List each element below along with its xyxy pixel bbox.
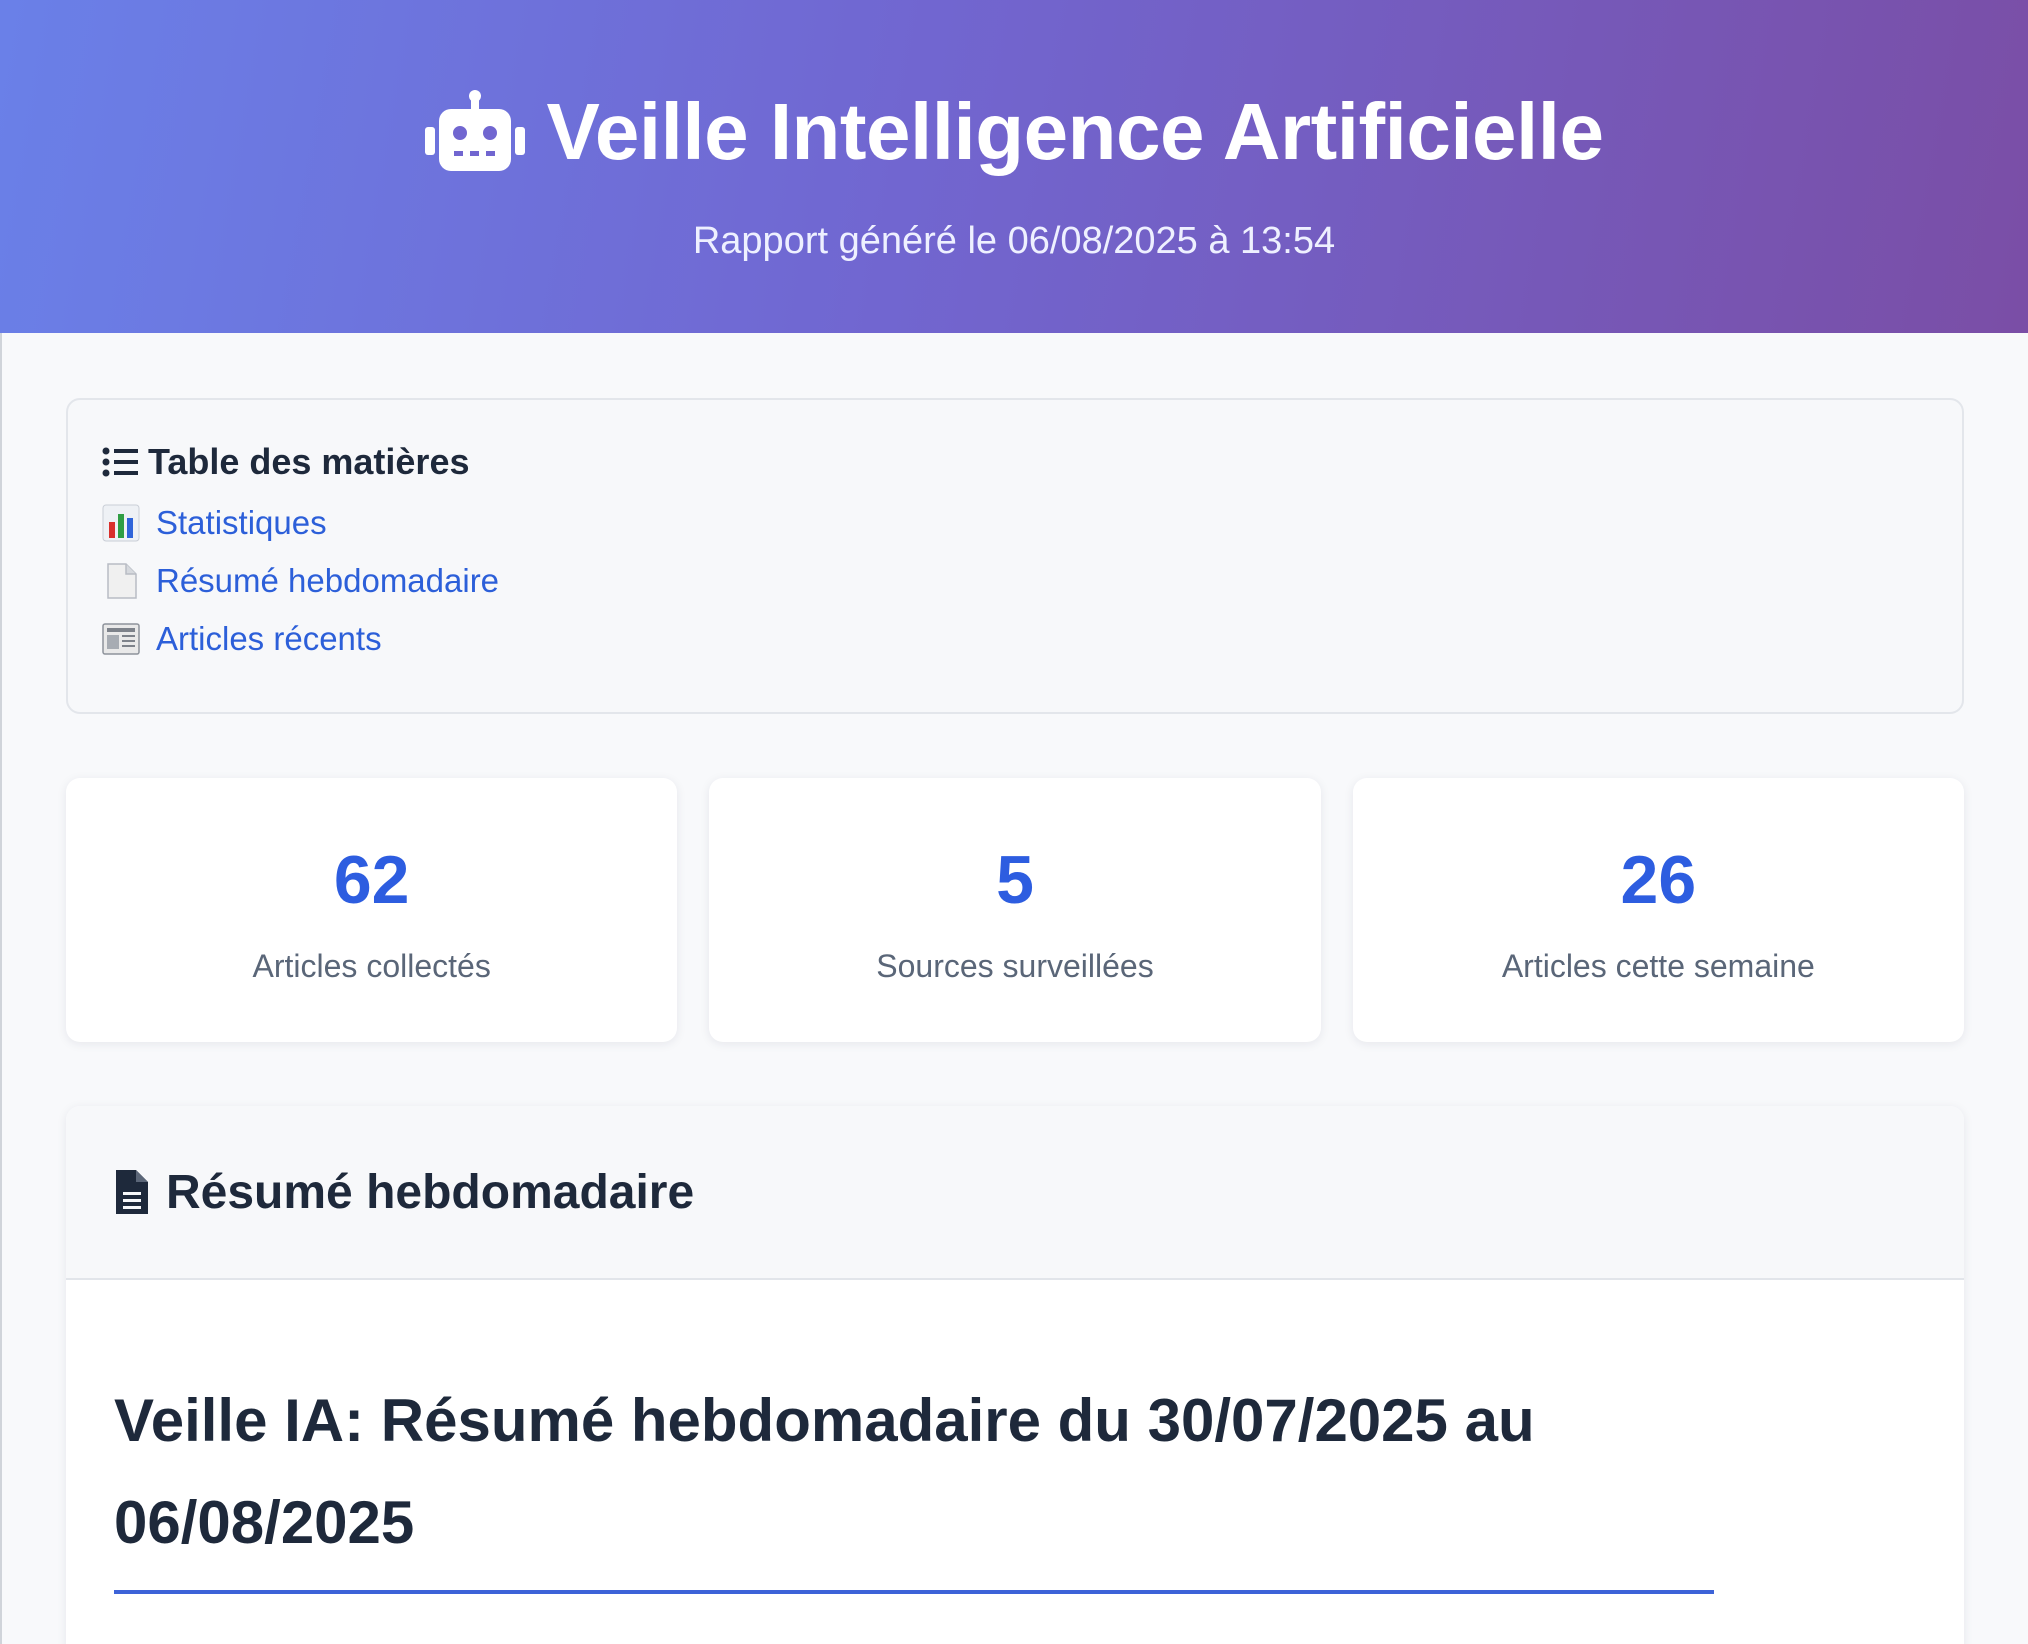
toc-list: Statistiques Résumé hebdomadaire Article…	[102, 494, 1962, 668]
summary-heading: Veille IA: Résumé hebdomadaire du 30/07/…	[114, 1370, 1714, 1594]
stat-label: Articles collectés	[252, 948, 491, 984]
stat-card-sources: 5 Sources surveillées	[709, 778, 1321, 1042]
newspaper-icon	[102, 623, 140, 655]
toc-link-resume[interactable]: Résumé hebdomadaire	[156, 562, 499, 600]
stat-label: Articles cette semaine	[1501, 948, 1815, 984]
report-header: Veille Intelligence Artificielle Rapport…	[0, 0, 2028, 333]
toc-item-resume: Résumé hebdomadaire	[102, 552, 1962, 610]
header-title-row: Veille Intelligence Artificielle	[0, 82, 2028, 182]
stat-value: 26	[1620, 842, 1697, 918]
robot-icon	[425, 90, 526, 171]
stat-value: 62	[333, 842, 410, 918]
toc-title: Table des matières	[148, 441, 470, 482]
summary-title: Résumé hebdomadaire	[166, 1165, 695, 1219]
toc-header: Table des matières	[102, 438, 1962, 486]
toc-link-statistiques[interactable]: Statistiques	[156, 504, 327, 542]
stat-card-articles: 62 Articles collectés	[66, 778, 678, 1042]
weekly-summary: Résumé hebdomadaire Veille IA: Résumé he…	[66, 1106, 1964, 1644]
statistics: 62 Articles collectés 5 Sources surveill…	[66, 778, 1964, 1042]
document-icon	[116, 1170, 148, 1214]
report-date: Rapport généré le 06/08/2025 à 13:54	[692, 220, 1336, 262]
summary-header: Résumé hebdomadaire	[66, 1106, 1964, 1280]
stat-label: Sources surveillées	[876, 948, 1154, 984]
stat-value: 5	[996, 842, 1034, 918]
list-icon	[102, 447, 138, 477]
toc-item-statistiques: Statistiques	[102, 494, 1962, 552]
table-of-contents: Table des matières Statistiques Résumé h…	[66, 398, 1964, 714]
toc-item-articles: Articles récents	[102, 610, 1962, 668]
stat-card-week: 26 Articles cette semaine	[1352, 778, 1964, 1042]
summary-body: Veille IA: Résumé hebdomadaire du 30/07/…	[66, 1280, 1964, 1594]
bar-chart-icon	[102, 504, 140, 542]
page-icon	[107, 563, 137, 599]
toc-link-articles[interactable]: Articles récents	[156, 620, 382, 658]
page-title: Veille Intelligence Artificielle	[546, 87, 1604, 176]
